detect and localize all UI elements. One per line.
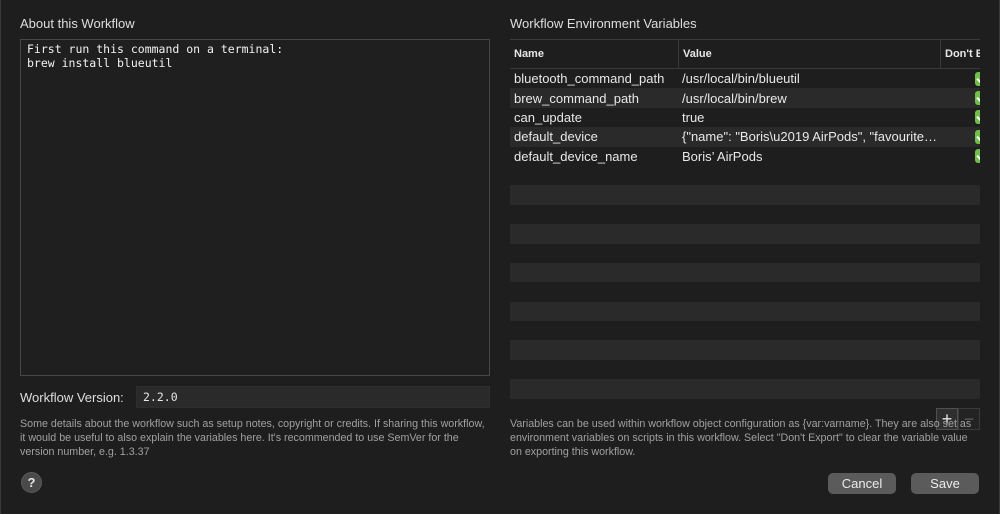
empty-row: [510, 359, 980, 380]
table-row[interactable]: default_device {"name": "Boris\u2019 Air…: [510, 127, 980, 147]
checkmark-icon: [975, 149, 980, 164]
variable-name-cell[interactable]: default_device: [510, 129, 678, 144]
variable-value-cell[interactable]: {"name": "Boris\u2019 AirPods", "favouri…: [678, 129, 940, 144]
help-button[interactable]: ?: [21, 472, 42, 493]
table-row[interactable]: can_update true: [510, 107, 980, 128]
column-header-name[interactable]: Name: [510, 40, 678, 68]
table-empty-rows: [510, 165, 980, 409]
empty-row: [510, 224, 980, 244]
empty-row: [510, 185, 980, 205]
env-variables-table: Name Value Don't Export bluetooth_comman…: [510, 39, 980, 409]
dont-export-checkbox[interactable]: [940, 91, 980, 106]
variable-value-cell[interactable]: Boris’ AirPods: [678, 149, 940, 164]
save-button[interactable]: Save: [911, 473, 979, 494]
checkmark-icon: [975, 91, 980, 106]
empty-row: [510, 165, 980, 186]
table-body: bluetooth_command_path /usr/local/bin/bl…: [510, 69, 980, 166]
column-header-dont-export[interactable]: Don't Export: [940, 40, 980, 68]
variable-name-cell[interactable]: can_update: [510, 110, 678, 125]
empty-row: [510, 243, 980, 263]
variable-name-cell[interactable]: brew_command_path: [510, 91, 678, 106]
about-workflow-title: About this Workflow: [20, 16, 135, 31]
table-row[interactable]: bluetooth_command_path /usr/local/bin/bl…: [510, 69, 980, 89]
variable-value-cell[interactable]: /usr/local/bin/blueutil: [678, 71, 940, 86]
empty-row: [510, 282, 980, 302]
variable-value-cell[interactable]: true: [678, 110, 940, 125]
cancel-button[interactable]: Cancel: [828, 473, 896, 494]
checkmark-icon: [975, 110, 980, 125]
table-row[interactable]: brew_command_path /usr/local/bin/brew: [510, 88, 980, 108]
empty-row: [510, 301, 980, 322]
variable-value-cell[interactable]: /usr/local/bin/brew: [678, 91, 940, 106]
variable-name-cell[interactable]: bluetooth_command_path: [510, 71, 678, 86]
empty-row: [510, 321, 980, 341]
empty-row: [510, 379, 980, 399]
empty-row: [510, 398, 980, 409]
empty-row: [510, 262, 980, 283]
dont-export-checkbox[interactable]: [940, 110, 980, 125]
table-header: Name Value Don't Export: [510, 40, 980, 69]
about-workflow-textarea[interactable]: First run this command on a terminal: br…: [20, 39, 490, 376]
workflow-version-label: Workflow Version:: [20, 390, 124, 405]
variable-name-cell[interactable]: default_device_name: [510, 149, 678, 164]
env-variables-title: Workflow Environment Variables: [510, 16, 697, 31]
workflow-version-input[interactable]: [136, 386, 490, 408]
about-help-text: Some details about the workflow such as …: [20, 418, 485, 458]
checkmark-icon: [975, 129, 980, 144]
checkmark-icon: [975, 71, 980, 86]
table-row[interactable]: default_device_name Boris’ AirPods: [510, 146, 980, 166]
dont-export-checkbox[interactable]: [940, 71, 980, 86]
dont-export-checkbox[interactable]: [940, 129, 980, 144]
empty-row: [510, 204, 980, 225]
env-help-text: Variables can be used within workflow ob…: [510, 418, 972, 458]
empty-row: [510, 340, 980, 360]
column-header-value[interactable]: Value: [678, 40, 940, 68]
dont-export-checkbox[interactable]: [940, 149, 980, 164]
